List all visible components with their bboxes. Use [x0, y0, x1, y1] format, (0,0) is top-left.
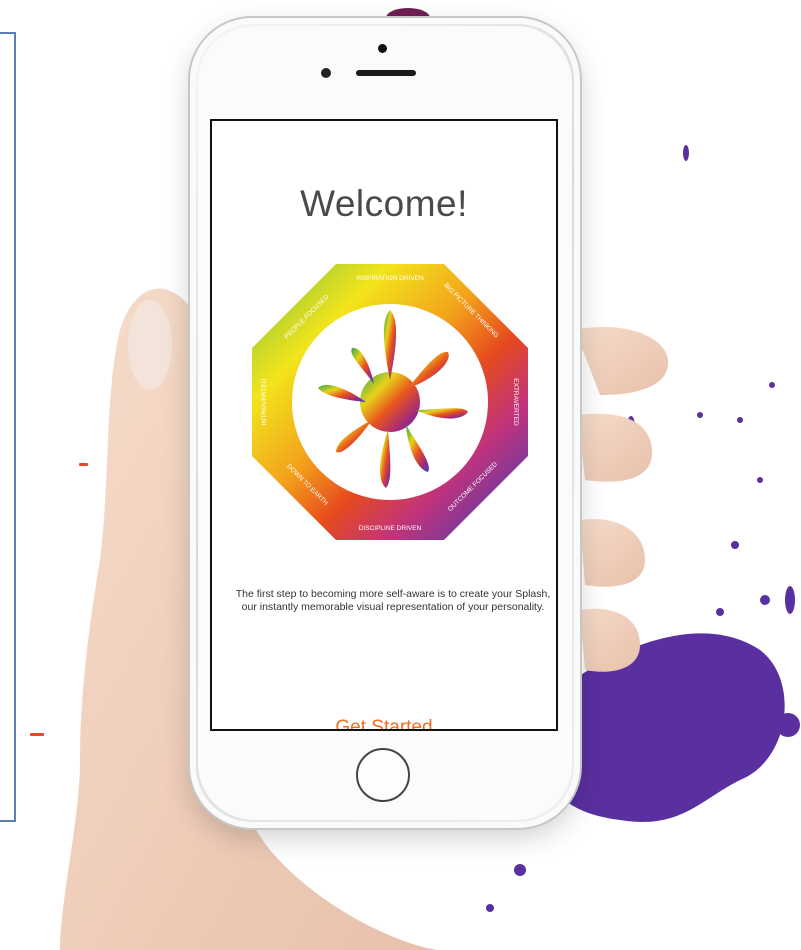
intro-description: The first step to becoming more self-awa…	[235, 588, 551, 613]
wheel-label-introverted: INTROVERTED	[261, 378, 268, 425]
phone-screen: Welcome! INSPIRATION DRIVEN BIG PICTURE …	[210, 119, 558, 731]
wheel-label-inspiration-driven: INSPIRATION DRIVEN	[356, 275, 424, 282]
personality-wheel: INSPIRATION DRIVEN BIG PICTURE THINKING …	[252, 264, 528, 540]
home-button-icon[interactable]	[356, 748, 410, 802]
wheel-label-extraverted: EXTRAVERTED	[512, 378, 519, 426]
wheel-label-discipline-driven: DISCIPLINE DRIVEN	[359, 525, 422, 532]
get-started-button[interactable]: Get Started	[220, 717, 548, 729]
front-camera-icon	[378, 44, 387, 53]
proximity-sensor-icon	[321, 68, 331, 78]
welcome-title: Welcome!	[300, 183, 468, 224]
speaker-grille-icon	[356, 70, 416, 76]
welcome-card: Welcome! INSPIRATION DRIVEN BIG PICTURE …	[220, 145, 550, 729]
